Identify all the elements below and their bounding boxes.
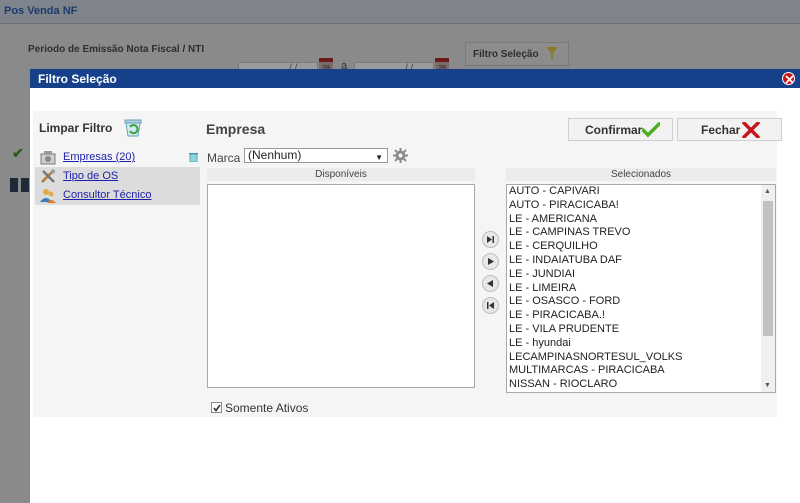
available-header: Disponíveis [207, 168, 475, 181]
filter-selection-label: Filtro Seleção [473, 49, 539, 60]
brand-select[interactable]: (Nenhum) ▼ [244, 148, 388, 163]
list-item[interactable]: NISSAN - RIOCLARO [507, 378, 775, 392]
section-title: Empresa [206, 121, 266, 137]
brand-label: Marca [207, 151, 241, 165]
page-title: Pos Venda NF [4, 5, 78, 17]
scroll-up-icon[interactable]: ▲ [764, 188, 771, 195]
period-label: Periodo de Emissão Nota Fiscal / NTI [28, 44, 205, 55]
selected-header: Selecionados [506, 168, 776, 181]
brand-select-value: (Nenhum) [248, 148, 302, 162]
list-item[interactable]: LE - JUNDIAI [507, 268, 775, 282]
sidebar-item-label: Empresas (20) [63, 151, 136, 163]
list-item[interactable]: LE - CERQUILHO [507, 240, 775, 254]
list-item[interactable]: LECAMPINASNORTESUL_VOLKS [507, 351, 775, 365]
sidebar-item-label: Consultor Técnico [63, 189, 152, 201]
clear-filter-button[interactable]: Limpar Filtro [39, 121, 112, 135]
chevron-down-icon: ▼ [375, 153, 383, 162]
filter-selection-button[interactable]: Filtro Seleção [465, 42, 569, 66]
check-icon: ✔ [12, 145, 24, 161]
only-active-label: Somente Ativos [225, 401, 309, 415]
funnel-icon [546, 47, 558, 60]
filter-selection-modal: Filtro Seleção Limpar Filtro Empresas (2… [30, 69, 800, 503]
list-item[interactable]: AUTO - CAPIVARI [507, 185, 775, 199]
page-title-bar: Pos Venda NF [0, 0, 800, 24]
move-right-icon [488, 258, 494, 265]
clear-filter-icon[interactable] [123, 117, 143, 137]
move-all-left-icon [487, 302, 494, 309]
list-item[interactable]: LE - OSASCO - FORD [507, 295, 775, 309]
close-icon[interactable] [782, 72, 795, 85]
trash-icon[interactable] [189, 152, 198, 162]
confirm-button[interactable]: Confirmar [568, 118, 673, 141]
selected-list[interactable]: AUTO - CAPIVARI AUTO - PIRACICABA! LE - AM… [506, 184, 776, 393]
scroll-thumb[interactable] [763, 201, 773, 336]
sidebar-item-tipo-os[interactable]: Tipo de OS [35, 167, 200, 186]
close-button[interactable]: Fechar [677, 118, 782, 141]
move-all-left-button[interactable] [482, 297, 499, 314]
scroll-down-icon[interactable]: ▼ [764, 382, 771, 389]
list-item[interactable]: LE - VILA PRUDENTE [507, 323, 775, 337]
list-item[interactable]: AUTO - PIRACICABA! [507, 199, 775, 213]
people-icon [40, 189, 56, 203]
available-list[interactable] [207, 184, 475, 388]
modal-header: Filtro Seleção [30, 69, 800, 88]
sidebar-item-consultor[interactable]: Consultor Técnico [35, 186, 200, 205]
move-all-right-icon [487, 236, 494, 243]
list-item[interactable]: LE - hyundai [507, 337, 775, 351]
tools-icon [41, 169, 55, 183]
list-item[interactable]: MULTIMARCAS - PIRACICABA [507, 364, 775, 378]
sidebar-item-label: Tipo de OS [63, 170, 119, 182]
move-left-icon [487, 280, 493, 287]
modal-title: Filtro Seleção [38, 72, 117, 86]
confirm-label: Confirmar [585, 123, 643, 137]
list-item[interactable]: LE - CAMPINAS TREVO [507, 226, 775, 240]
selected-list-scrollbar[interactable]: ▲ ▼ [761, 185, 775, 392]
filter-category-list: Empresas (20) Tipo de OS Consultor Técni… [35, 148, 200, 206]
only-active-checkbox[interactable] [211, 402, 222, 413]
x-icon [742, 122, 760, 138]
checkmark-icon [642, 122, 660, 138]
checkbox-check-icon [213, 404, 221, 412]
move-right-button[interactable] [482, 253, 499, 270]
move-all-right-button[interactable] [482, 231, 499, 248]
list-item[interactable]: LE - AMERICANA [507, 213, 775, 227]
sidebar-item-empresas[interactable]: Empresas (20) [35, 148, 200, 167]
building-icon [40, 151, 56, 165]
modal-body: Limpar Filtro Empresas (20) Tipo de OS C… [33, 111, 782, 417]
grid-icon [10, 178, 29, 192]
list-item[interactable]: LE - PIRACICABA.! [507, 309, 775, 323]
list-item[interactable]: LE - LIMEIRA [507, 282, 775, 296]
selected-items-container: AUTO - CAPIVARI AUTO - PIRACICABA! LE - AM… [507, 185, 775, 392]
close-label: Fechar [701, 123, 741, 137]
move-left-button[interactable] [482, 275, 499, 292]
gear-icon[interactable] [393, 148, 408, 163]
list-item[interactable]: LE - INDAIATUBA DAF [507, 254, 775, 268]
